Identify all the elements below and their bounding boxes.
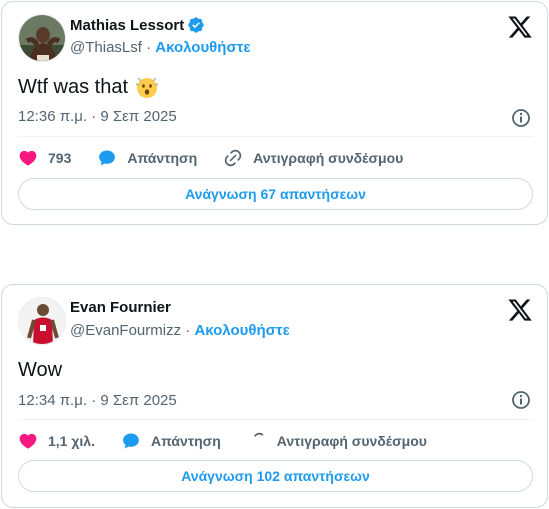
like-count: 793 [48,150,72,166]
x-logo-icon[interactable] [507,297,533,323]
tweet-header: Mathias Lessort @ThiasLsf · Ακολουθήστε [18,14,533,62]
tweet-text: Wow [18,359,62,382]
tweet-text-content: Wtf was that [18,75,129,98]
reply-label: Απάντηση [127,150,198,166]
action-bar: 1,1 χιλ. Απάντηση Αντιγραφή συνδέσμου [18,430,453,452]
copy-link-button[interactable]: Αντιγραφή συνδέσμου [223,148,403,168]
divider [18,136,533,137]
display-name[interactable]: Evan Fournier [70,299,171,316]
avatar[interactable] [18,14,66,62]
x-logo-icon[interactable] [507,14,533,40]
handle-row: @ThiasLsf · Ακολουθήστε [70,39,251,56]
reply-bubble-icon [99,150,116,166]
tweet-header: Evan Fournier @EvanFourmizz · Ακολουθήστ… [18,297,533,345]
reply-label: Απάντηση [150,433,221,449]
copy-link-label: Αντιγραφή συνδέσμου [253,150,404,166]
verified-badge-icon [187,16,205,34]
heart-icon [19,150,37,166]
handle-row: @EvanFourmizz · Ακολουθήστε [70,322,290,339]
timestamp[interactable]: 12:34 π.μ. · 9 Σεπ 2025 [18,392,177,409]
avatar[interactable] [18,297,66,345]
info-icon[interactable] [511,108,531,128]
separator: · [146,39,156,56]
tweet-card[interactable]: Evan Fournier @EvanFourmizz · Ακολουθήστ… [1,284,548,508]
link-icon [224,149,242,167]
follow-button[interactable]: Ακολουθήστε [194,322,289,339]
action-bar: 793 Απάντηση Αντιγραφή συνδέσμου [18,147,429,169]
tweet-card[interactable]: Mathias Lessort @ThiasLsf · Ακολουθήστε … [1,1,548,225]
tweet-text-content: Wow [18,359,63,381]
info-icon[interactable] [511,390,531,410]
link-icon [253,432,264,437]
like-button[interactable]: 793 [18,148,71,168]
astonished-face-emoji-icon [134,74,160,100]
reply-button[interactable]: Απάντηση [121,431,221,451]
heart-icon [19,433,37,449]
follow-button[interactable]: Ακολουθήστε [155,39,250,56]
handle[interactable]: @ThiasLsf [70,39,142,56]
copy-link-button[interactable]: Αντιγραφή συνδέσμου [247,431,427,451]
timestamp[interactable]: 12:36 π.μ. · 9 Σεπ 2025 [18,108,177,125]
display-name[interactable]: Mathias Lessort [70,17,184,34]
tweet-text: Wtf was that [18,74,160,100]
reply-button[interactable]: Απάντηση [97,148,197,168]
reply-bubble-icon [123,433,139,449]
read-replies-button[interactable]: Ανάγνωση 102 απαντήσεων [18,460,533,492]
like-count: 1,1 χιλ. [48,433,95,449]
divider [18,419,533,420]
like-button[interactable]: 1,1 χιλ. [18,431,95,451]
copy-link-label: Αντιγραφή συνδέσμου [276,433,427,449]
handle[interactable]: @EvanFourmizz [70,322,181,339]
read-replies-button[interactable]: Ανάγνωση 67 απαντήσεων [18,178,533,210]
